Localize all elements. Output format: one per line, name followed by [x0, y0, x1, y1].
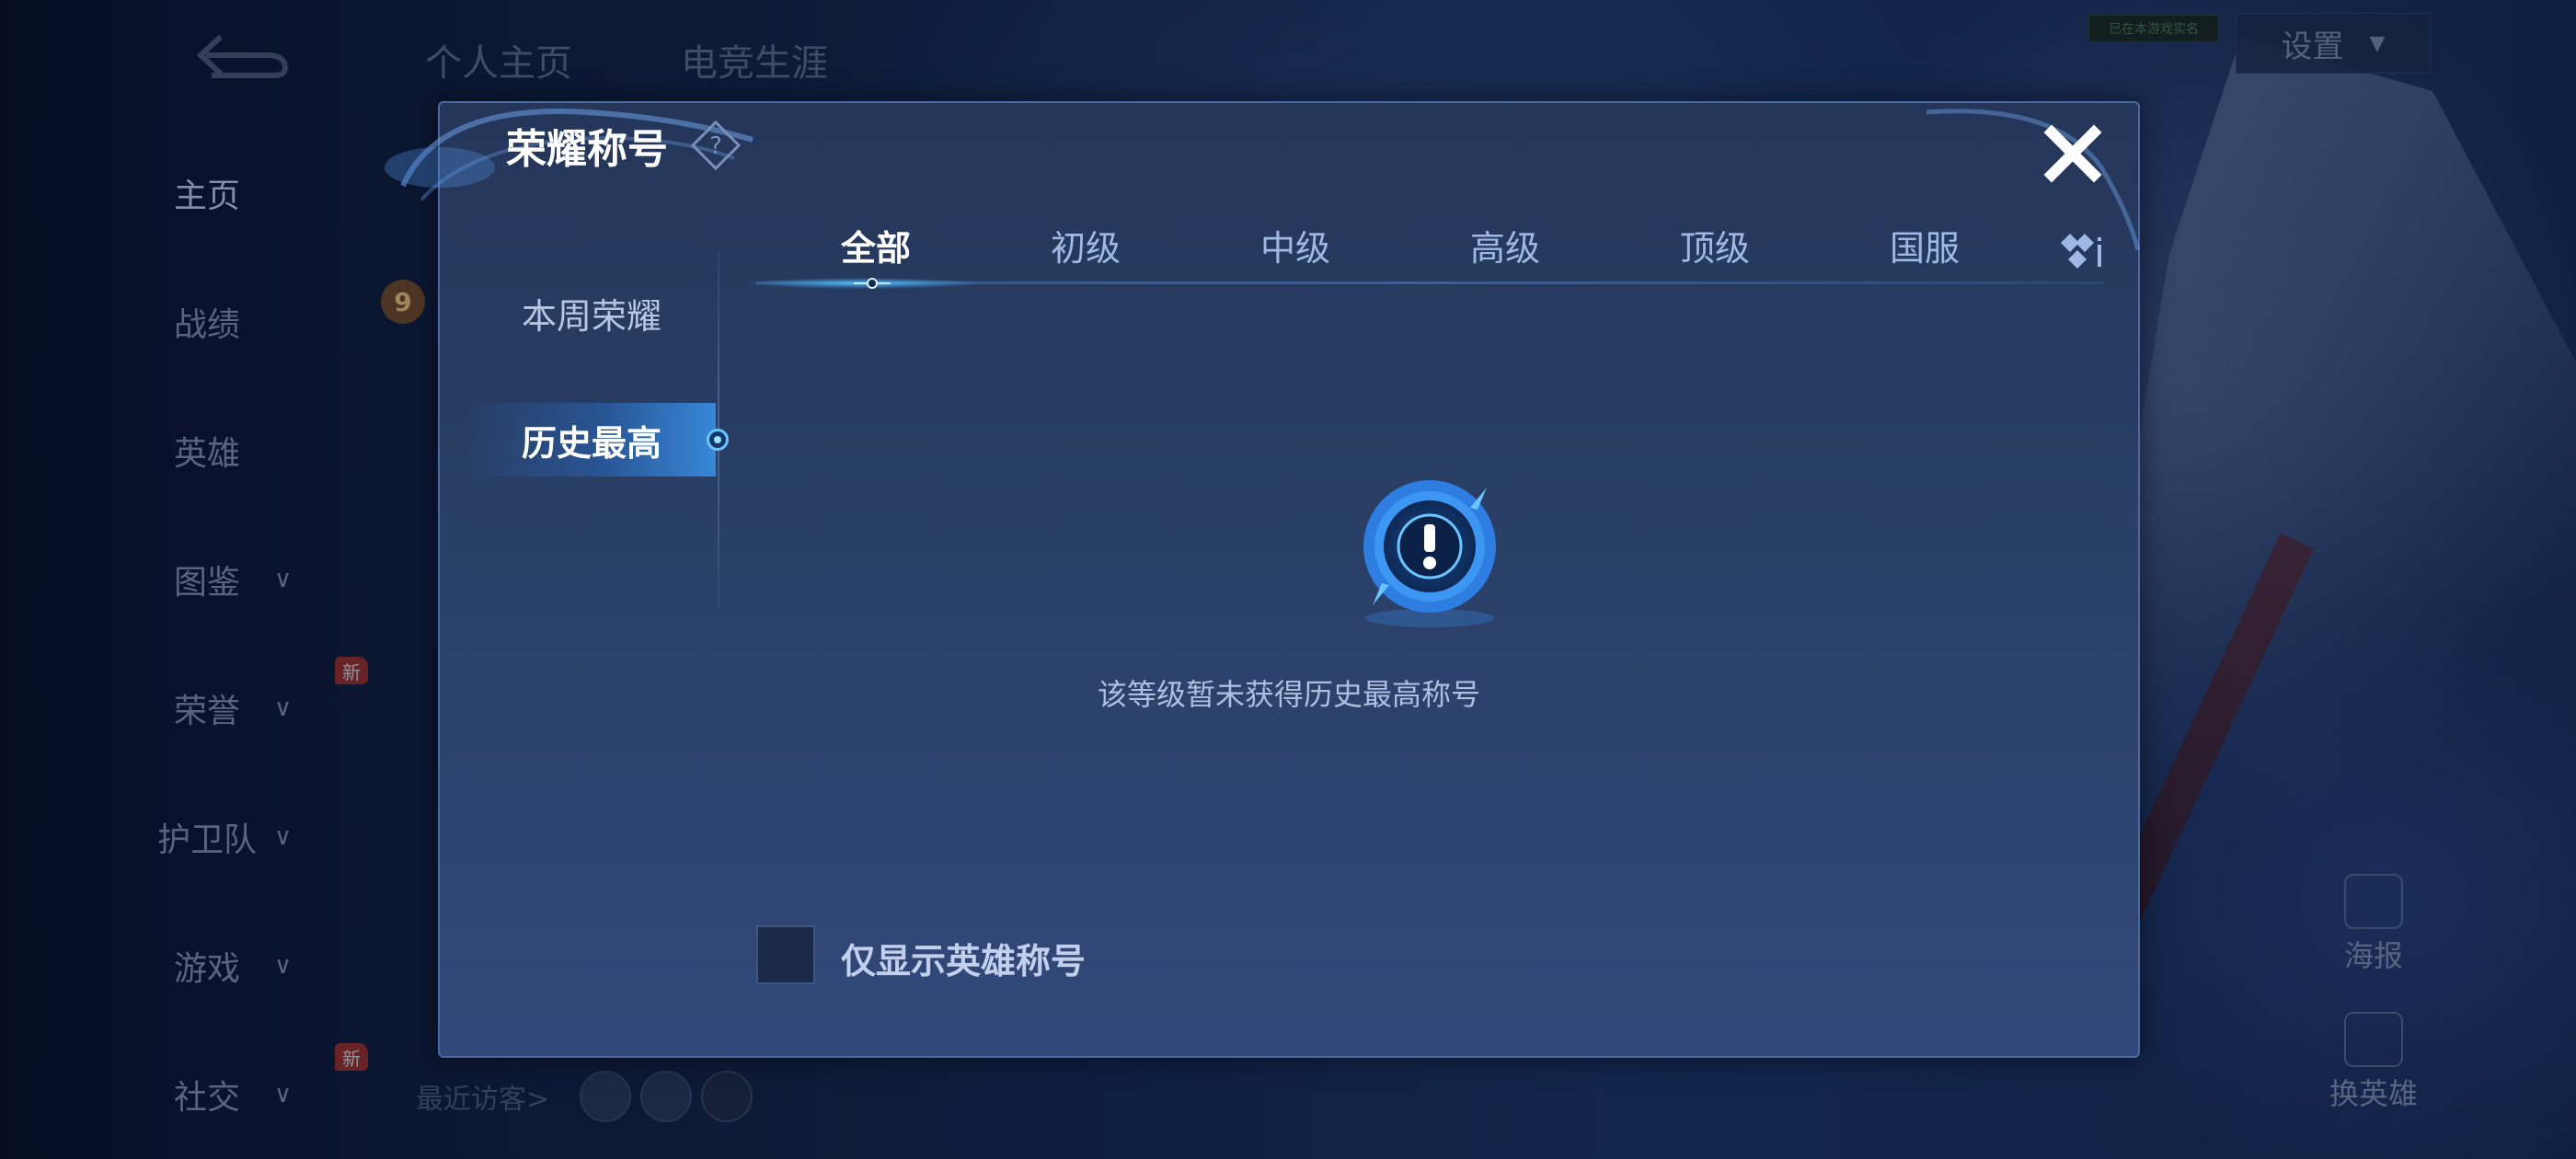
grade-tab[interactable]: 中级 — [1213, 223, 1378, 274]
dialog-title: 荣耀称号 — [506, 126, 668, 173]
exclamation-badge-icon — [1363, 480, 1496, 627]
side-item-weekly-honor[interactable]: 本周荣耀 — [467, 276, 716, 350]
grade-tab[interactable]: 全部 — [793, 223, 959, 274]
side-item-label: 本周荣耀 — [521, 295, 661, 337]
hero-title-only-checkbox[interactable] — [756, 925, 815, 984]
active-tab-marker — [854, 278, 891, 289]
grade-tab[interactable]: 顶级 — [1632, 223, 1798, 274]
empty-state-message: 该等级暂未获得历史最高称号 — [1097, 677, 1480, 712]
side-active-indicator — [707, 429, 729, 451]
diamond-cluster-icon[interactable] — [2057, 230, 2107, 274]
side-item-history-best[interactable]: 历史最高 — [467, 403, 716, 476]
grade-tab[interactable]: 国服 — [1842, 223, 2007, 274]
level-badge: 9 — [381, 280, 425, 324]
side-item-label: 历史最高 — [521, 422, 661, 464]
honor-title-dialog: 荣耀称号 ? 本周荣耀 历史最高 该等级暂未获得历史最高称号 仅显示英雄称号 全… — [385, 101, 2141, 1058]
grade-tab[interactable]: 高级 — [1422, 223, 1588, 274]
hero-title-only-label[interactable]: 仅显示英雄称号 — [841, 933, 1086, 983]
question-diamond-icon[interactable]: ? — [690, 120, 742, 171]
svg-text:?: ? — [709, 132, 722, 160]
grade-tab[interactable]: 初级 — [1003, 223, 1168, 274]
close-icon[interactable] — [2041, 121, 2105, 186]
